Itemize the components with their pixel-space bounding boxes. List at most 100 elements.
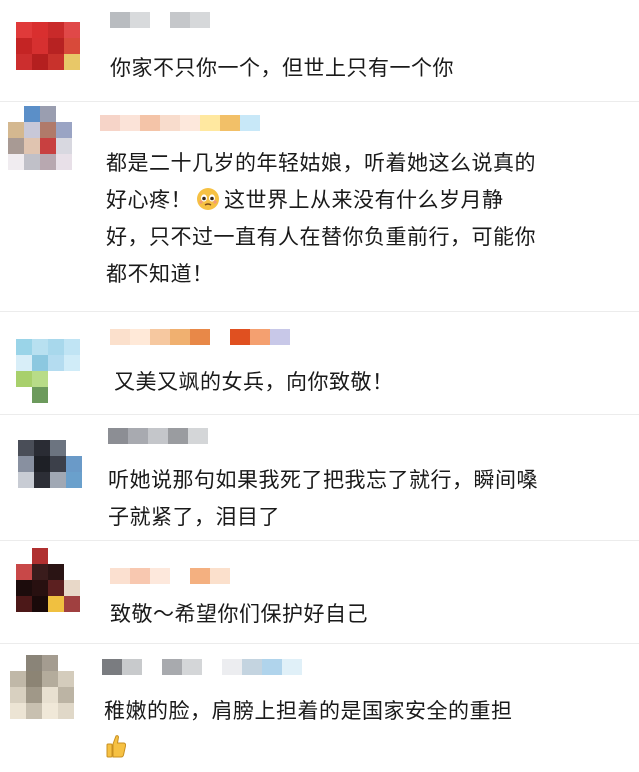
avatar-pixel: [80, 580, 96, 596]
avatar-pixel: [64, 38, 80, 54]
avatar-pixel: [10, 687, 26, 703]
avatar-pixel: [48, 387, 64, 403]
avatar-pixel: [32, 548, 48, 564]
avatar-pixel: [24, 170, 40, 186]
name-pixel: [100, 115, 120, 131]
avatar-pixel: [64, 371, 80, 387]
avatar[interactable]: [8, 106, 88, 186]
avatar-pixel: [50, 488, 66, 504]
avatar-pixel: [32, 612, 48, 628]
avatar-pixel: [34, 424, 50, 440]
avatar-pixel: [58, 687, 74, 703]
avatar-pixel: [32, 38, 48, 54]
name-pixel: [190, 568, 210, 584]
commenter-name-redacted[interactable]: [110, 12, 210, 28]
name-pixel: [150, 329, 170, 345]
avatar-pixel: [32, 564, 48, 580]
avatar-pixel: [18, 488, 34, 504]
name-pixel: [240, 115, 260, 131]
avatar-pixel: [24, 106, 40, 122]
avatar-pixel: [82, 440, 98, 456]
name-pixel: [150, 568, 170, 584]
comment-item: 听她说那句如果我死了把我忘了就行，瞬间嗓 子就紧了，泪目了: [0, 414, 639, 540]
avatar-pixel: [32, 323, 48, 339]
avatar-pixel: [82, 472, 98, 488]
commenter-name-redacted[interactable]: [110, 329, 290, 345]
commenter-name-redacted[interactable]: [100, 115, 260, 131]
name-pixel: [250, 329, 270, 345]
avatar[interactable]: [18, 424, 98, 504]
comment-item: 你家不只你一个，但世上只有一个你: [0, 0, 639, 96]
avatar-pixel: [56, 106, 72, 122]
name-pixel: [210, 329, 230, 345]
name-pixel: [110, 12, 130, 28]
comment-fragment: 好心疼！: [106, 188, 192, 212]
avatar-pixel: [8, 106, 24, 122]
name-pixel: [180, 115, 200, 131]
avatar-pixel: [74, 671, 90, 687]
name-pixel: [190, 12, 210, 28]
name-pixel: [210, 568, 230, 584]
avatar-pixel: [80, 371, 96, 387]
avatar[interactable]: [10, 655, 90, 735]
comment-line: 稚嫩的脸，肩膀上担着的是国家安全的重担: [104, 699, 513, 723]
avatar-pixel: [48, 70, 64, 86]
avatar-pixel: [8, 138, 24, 154]
avatar-pixel: [32, 339, 48, 355]
avatar-pixel: [16, 70, 32, 86]
avatar-pixel: [48, 6, 64, 22]
avatar-pixel: [74, 687, 90, 703]
avatar-pixel: [56, 170, 72, 186]
avatar-pixel: [8, 154, 24, 170]
name-pixel: [122, 659, 142, 675]
avatar-pixel: [32, 387, 48, 403]
name-pixel: [188, 428, 208, 444]
name-pixel: [170, 568, 190, 584]
comment-text: 致敬～希望你们保护好自己: [110, 596, 368, 633]
name-pixel: [128, 428, 148, 444]
avatar-pixel: [72, 154, 88, 170]
avatar-pixel: [58, 671, 74, 687]
avatar-pixel: [80, 596, 96, 612]
name-pixel: [110, 329, 130, 345]
avatar-pixel: [34, 440, 50, 456]
avatar-pixel: [26, 655, 42, 671]
avatar-pixel: [8, 170, 24, 186]
name-pixel: [202, 659, 222, 675]
avatar-pixel: [10, 703, 26, 719]
commenter-name-redacted[interactable]: [110, 568, 230, 584]
avatar-pixel: [66, 488, 82, 504]
name-pixel: [162, 659, 182, 675]
comment-text: 又美又飒的女兵，向你致敬！: [114, 364, 394, 401]
name-pixel: [230, 329, 250, 345]
avatar-pixel: [32, 596, 48, 612]
avatar-pixel: [64, 70, 80, 86]
avatar-pixel: [24, 154, 40, 170]
avatar-pixel: [80, 323, 96, 339]
avatar-pixel: [48, 22, 64, 38]
avatar-pixel: [74, 719, 90, 735]
avatar[interactable]: [16, 323, 96, 403]
avatar-pixel: [50, 456, 66, 472]
avatar-pixel: [56, 154, 72, 170]
avatar[interactable]: [16, 548, 96, 628]
avatar-pixel: [16, 548, 32, 564]
avatar-pixel: [48, 355, 64, 371]
name-pixel: [108, 428, 128, 444]
avatar-pixel: [16, 54, 32, 70]
avatar[interactable]: [16, 6, 96, 86]
avatar-pixel: [72, 106, 88, 122]
avatar-pixel: [80, 38, 96, 54]
comment-item: 致敬～希望你们保护好自己: [0, 540, 639, 643]
avatar-pixel: [80, 6, 96, 22]
commenter-name-redacted[interactable]: [102, 659, 302, 675]
commenter-name-redacted[interactable]: [108, 428, 208, 444]
avatar-pixel: [58, 703, 74, 719]
name-pixel: [242, 659, 262, 675]
comment-line: 听她说那句如果我死了把我忘了就行，瞬间嗓: [108, 468, 538, 492]
avatar-pixel: [16, 580, 32, 596]
avatar-pixel: [64, 54, 80, 70]
avatar-pixel: [24, 138, 40, 154]
comment-line: 你家不只你一个，但世上只有一个你: [110, 56, 454, 80]
name-pixel: [262, 659, 282, 675]
